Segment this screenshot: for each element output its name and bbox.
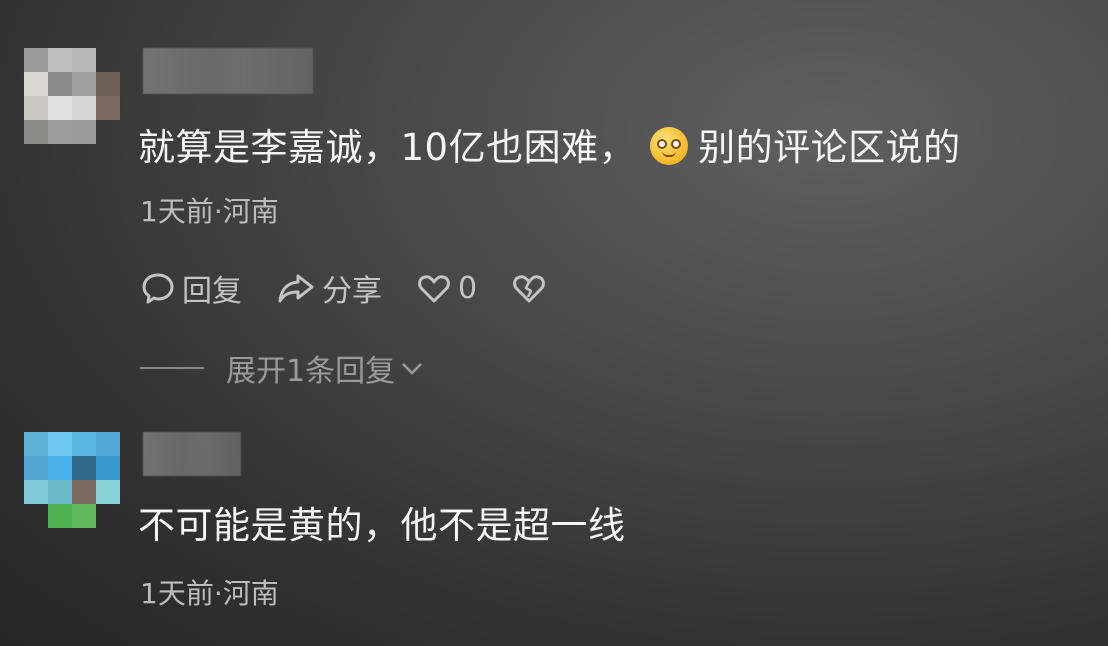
heart-icon: [418, 275, 450, 303]
smiling-face-emoji-icon: [650, 127, 689, 165]
dislike-button[interactable]: [511, 270, 553, 306]
comment-text-suffix: 别的评论区说的: [698, 126, 961, 169]
username-blurred[interactable]: [143, 48, 313, 94]
username-blurred[interactable]: [143, 432, 241, 476]
avatar[interactable]: [24, 432, 120, 528]
comment-text: 就算是李嘉诚，10亿也困难，: [138, 126, 637, 169]
chevron-down-icon: [402, 363, 422, 375]
comment-text: 不可能是黄的，他不是超一线: [138, 504, 626, 547]
expand-replies-button[interactable]: 展开1条回复: [140, 346, 427, 390]
reply-bubble-icon: [142, 273, 174, 304]
divider-line: [140, 367, 204, 369]
like-count: 0: [458, 270, 478, 306]
share-arrow-icon: [278, 274, 314, 303]
comment-meta: 1天前·河南: [140, 577, 279, 610]
expand-replies-label: 展开1条回复: [226, 354, 396, 389]
broken-heart-icon: [513, 275, 545, 303]
comment-meta: 1天前·河南: [140, 195, 279, 228]
share-label: 分享: [322, 274, 382, 309]
reply-label: 回复: [182, 274, 242, 309]
avatar[interactable]: [24, 48, 120, 144]
like-button[interactable]: 0: [416, 270, 477, 306]
reply-button[interactable]: 回复: [140, 266, 242, 310]
share-button[interactable]: 分享: [276, 266, 382, 310]
comment-content: 就算是李嘉诚，10亿也困难， 别的评论区说的: [138, 124, 961, 172]
comment-actions: 回复 分享 0: [140, 266, 587, 310]
comment-content: 不可能是黄的，他不是超一线: [138, 502, 626, 550]
